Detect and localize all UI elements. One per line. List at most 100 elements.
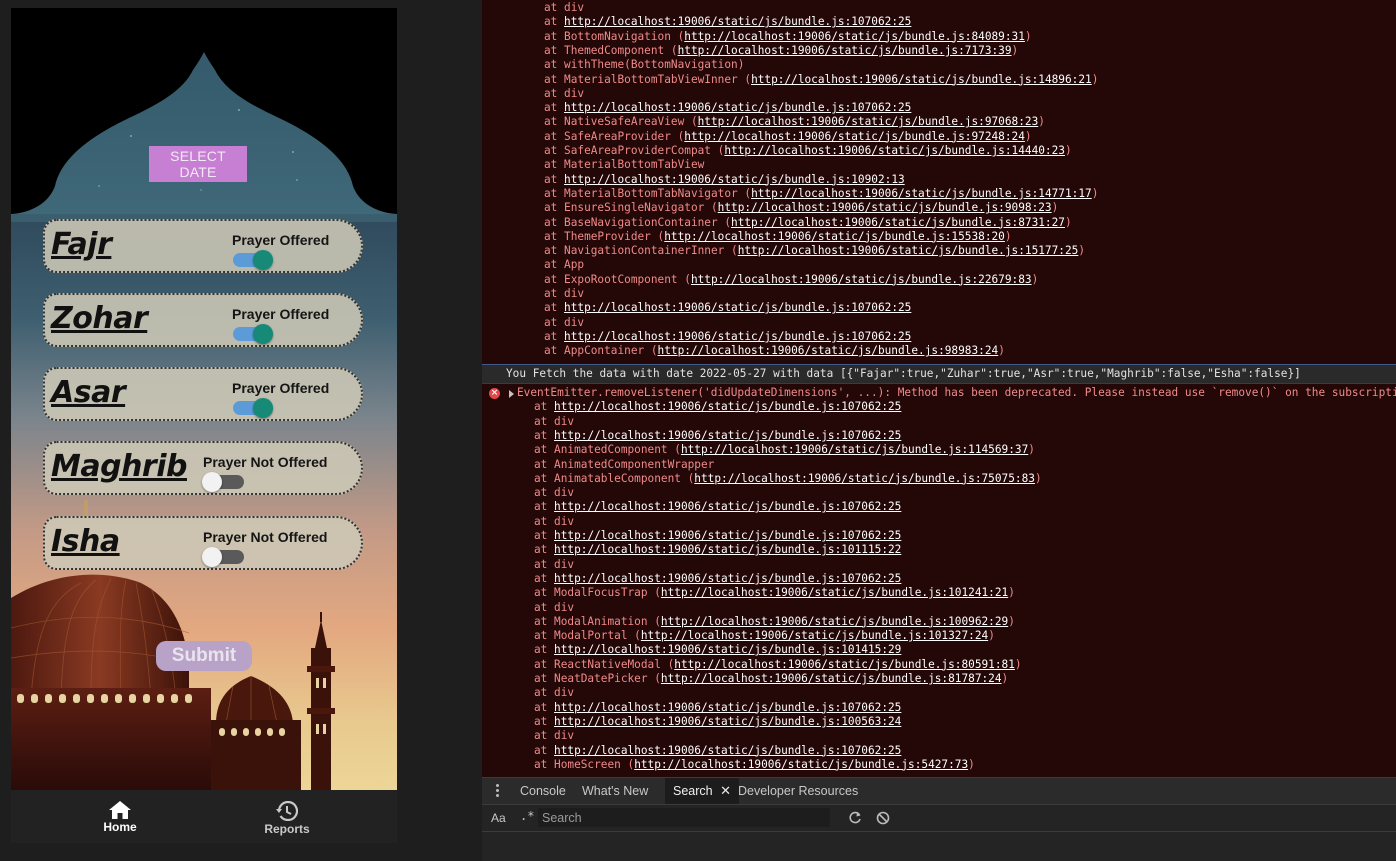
source-link[interactable]: http://localhost:19006/static/js/bundle.… <box>681 443 1028 456</box>
source-link[interactable]: http://localhost:19006/static/js/bundle.… <box>554 715 901 728</box>
source-link[interactable]: http://localhost:19006/static/js/bundle.… <box>691 273 1032 286</box>
search-input[interactable] <box>538 808 830 827</box>
stack-frame-text: at div <box>544 1 585 14</box>
stack-frame-line: at http://localhost:19006/static/js/bund… <box>534 572 901 586</box>
tab-search[interactable]: Search ✕ <box>665 778 739 804</box>
refresh-icon[interactable] <box>848 810 862 829</box>
source-link[interactable]: http://localhost:19006/static/js/bundle.… <box>664 230 1005 243</box>
stack-frame-text: at <box>544 301 565 315</box>
stack-frame-line: at MaterialBottomTabViewInner (http://lo… <box>544 73 1098 87</box>
stack-frame-line: at http://localhost:19006/static/js/bund… <box>534 543 901 557</box>
console-error-block: EventEmitter.removeListener('didUpdateDi… <box>482 385 1396 777</box>
stack-frame-line: at ModalPortal (http://localhost:19006/s… <box>534 629 995 643</box>
source-link[interactable]: http://localhost:19006/static/js/bundle.… <box>564 173 905 186</box>
stack-frame-text: at ThemedComponent ( <box>544 43 678 57</box>
source-link[interactable]: http://localhost:19006/static/js/bundle.… <box>731 216 1065 229</box>
prayer-offered-toggle[interactable] <box>233 250 273 270</box>
source-link[interactable]: http://localhost:19006/static/js/bundle.… <box>684 30 1025 43</box>
source-link[interactable]: http://localhost:19006/static/js/bundle.… <box>698 115 1039 128</box>
source-link[interactable]: http://localhost:19006/static/js/bundle.… <box>684 130 1025 143</box>
stack-frame-tail: ) <box>1008 614 1015 628</box>
source-link[interactable]: http://localhost:19006/static/js/bundle.… <box>694 472 1035 485</box>
prayer-name: Maghrib <box>51 449 187 484</box>
source-link[interactable]: http://localhost:19006/static/js/bundle.… <box>554 400 901 413</box>
stack-frame-tail: ) <box>1051 201 1059 215</box>
stack-frame-text: at NeatDatePicker ( <box>534 672 661 685</box>
submit-button[interactable]: Submit <box>156 641 252 671</box>
stack-frame-text: at ModalFocusTrap ( <box>534 586 661 600</box>
mobile-app-frame: SELECT DATE Fajr Prayer Offered Zohar Pr… <box>11 8 397 843</box>
source-link[interactable]: http://localhost:19006/static/js/bundle.… <box>554 744 901 757</box>
stack-frame-text: at MaterialBottomTabNavigator ( <box>544 186 752 200</box>
source-link[interactable]: http://localhost:19006/static/js/bundle.… <box>678 44 1012 57</box>
source-link[interactable]: http://localhost:19006/static/js/bundle.… <box>564 330 911 343</box>
source-link[interactable]: http://localhost:19006/static/js/bundle.… <box>718 201 1052 214</box>
stack-frame-text: at AppContainer ( <box>544 344 658 358</box>
error-icon: × <box>489 388 500 399</box>
prayer-status-label: Prayer Offered <box>232 306 330 322</box>
tab-search-label: Search <box>673 784 713 798</box>
stack-frame-tail: ) <box>1034 471 1042 485</box>
tab-reports[interactable]: Reports <box>227 790 347 843</box>
stack-frame-line: at http://localhost:19006/static/js/bund… <box>544 301 911 315</box>
source-link[interactable]: http://localhost:19006/static/js/bundle.… <box>738 244 1079 257</box>
stack-frame-line: at BaseNavigationContainer (http://local… <box>544 216 1072 230</box>
tab-developer-resources[interactable]: Developer Resources <box>738 778 858 804</box>
source-link[interactable]: http://localhost:19006/static/js/bundle.… <box>554 572 901 585</box>
stack-frame-line: at SafeAreaProviderCompat (http://localh… <box>544 144 1072 158</box>
source-link[interactable]: http://localhost:19006/static/js/bundle.… <box>724 144 1065 157</box>
close-icon[interactable]: ✕ <box>720 783 731 798</box>
source-link[interactable]: http://localhost:19006/static/js/bundle.… <box>661 615 1008 628</box>
source-link[interactable]: http://localhost:19006/static/js/bundle.… <box>674 658 1015 671</box>
source-link[interactable]: http://localhost:19006/static/js/bundle.… <box>634 758 968 771</box>
source-link[interactable]: http://localhost:19006/static/js/bundle.… <box>554 529 901 542</box>
stack-frame-text: at div <box>544 315 585 329</box>
prayer-status-label: Prayer Not Offered <box>203 529 328 545</box>
stack-frame-text: at div <box>534 600 575 614</box>
regex-button[interactable]: .* <box>520 809 534 823</box>
stack-frame-text: at <box>534 743 555 757</box>
stack-frame-line: at AnimatableComponent (http://localhost… <box>534 472 1042 486</box>
source-link[interactable]: http://localhost:19006/static/js/bundle.… <box>554 429 901 442</box>
source-link[interactable]: http://localhost:19006/static/js/bundle.… <box>661 586 1008 599</box>
source-link[interactable]: http://localhost:19006/static/js/bundle.… <box>751 187 1092 200</box>
tab-home[interactable]: Home <box>60 790 180 843</box>
source-link[interactable]: http://localhost:19006/static/js/bundle.… <box>564 15 911 28</box>
stack-frame-text: at <box>534 714 555 728</box>
clear-icon[interactable] <box>876 810 890 829</box>
prayer-offered-toggle[interactable] <box>202 547 244 567</box>
stack-frame-tail: ) <box>1078 244 1086 258</box>
prayer-status-label: Prayer Not Offered <box>203 454 328 470</box>
source-link[interactable]: http://localhost:19006/static/js/bundle.… <box>658 344 999 357</box>
stack-frame-line: at div <box>544 287 584 301</box>
source-link[interactable]: http://localhost:19006/static/js/bundle.… <box>751 73 1092 86</box>
source-link[interactable]: http://localhost:19006/static/js/bundle.… <box>564 101 911 114</box>
stack-frame-text: at ModalAnimation ( <box>534 614 661 628</box>
stack-frame-text: at SafeAreaProviderCompat ( <box>544 144 725 157</box>
source-link[interactable]: http://localhost:19006/static/js/bundle.… <box>554 500 901 513</box>
prayer-offered-toggle[interactable] <box>233 398 273 418</box>
expand-triangle-icon[interactable] <box>509 390 514 398</box>
more-options-icon[interactable] <box>496 784 499 799</box>
source-link[interactable]: http://localhost:19006/static/js/bundle.… <box>564 301 911 314</box>
source-link[interactable]: http://localhost:19006/static/js/bundle.… <box>641 629 988 642</box>
tab-console[interactable]: Console <box>520 778 566 804</box>
source-link[interactable]: http://localhost:19006/static/js/bundle.… <box>554 643 901 656</box>
stack-frame-tail: ) <box>1001 672 1009 685</box>
prayer-offered-toggle[interactable] <box>233 324 273 344</box>
source-link[interactable]: http://localhost:19006/static/js/bundle.… <box>554 543 901 556</box>
stack-frame-line: at App <box>544 258 584 272</box>
stack-frame-line: at div <box>544 316 584 330</box>
toggle-knob <box>202 547 222 567</box>
stack-frame-tail: ) <box>1064 144 1072 157</box>
prayer-name: Fajr <box>51 227 112 262</box>
stack-frame-text: at AnimatableComponent ( <box>534 471 695 485</box>
prayer-name: Zohar <box>51 301 148 336</box>
match-case-button[interactable]: Aa <box>491 811 506 825</box>
tab-whats-new[interactable]: What's New <box>582 778 648 804</box>
source-link[interactable]: http://localhost:19006/static/js/bundle.… <box>554 701 901 714</box>
prayer-offered-toggle[interactable] <box>202 472 244 492</box>
select-date-button[interactable]: SELECT DATE <box>149 146 247 182</box>
stack-frame-line: at http://localhost:19006/static/js/bund… <box>534 701 901 715</box>
source-link[interactable]: http://localhost:19006/static/js/bundle.… <box>661 672 1002 685</box>
